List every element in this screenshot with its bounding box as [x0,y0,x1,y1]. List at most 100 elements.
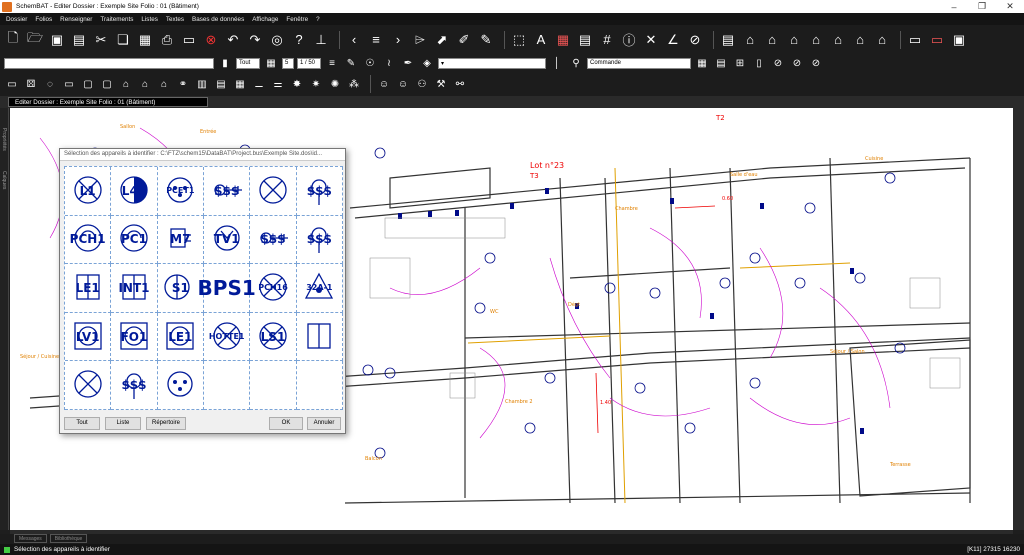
pin-icon[interactable]: ⊥ [312,31,330,49]
symbol-panel-icon[interactable]: ▥ [194,76,210,92]
symbol-cell[interactable]: LE1 [157,312,204,362]
cursor-bar-icon[interactable]: │ [549,55,565,71]
symbol-cell[interactable]: LS1 [250,312,297,362]
symbol-bus-icon[interactable]: ⚊ [251,76,267,92]
symbol-dice-icon[interactable]: ⚄ [23,76,39,92]
select-icon[interactable]: ⬈ [433,31,451,49]
symbol-lamp-icon[interactable]: ✸ [289,76,305,92]
symbol-cell[interactable]: HOTTE1 [203,312,251,362]
layers-icon[interactable]: ▤ [576,31,594,49]
symbol-cell[interactable]: PCET1 [157,167,204,216]
symbol-cell[interactable]: BPS1 [198,264,256,313]
menu-traitements[interactable]: Traitements [100,16,133,23]
symbol-cell[interactable]: FO1 [111,312,158,362]
menu-bases[interactable]: Bases de données [192,16,244,23]
symbol-house-icon[interactable]: ⌂ [118,76,134,92]
symbol-cell[interactable]: $$$ [296,215,343,265]
symbol-cell[interactable] [250,361,297,410]
symbol-house3-icon[interactable]: ⌂ [156,76,172,92]
text-icon[interactable]: A [532,31,550,49]
face2-icon[interactable]: ☺ [395,76,411,92]
symbol-lamp2-icon[interactable]: ✷ [308,76,324,92]
calendar-icon[interactable]: ▦ [554,31,572,49]
menu-dossier[interactable]: Dossier [6,16,27,23]
library-tab[interactable]: Bibliothèque [49,534,88,543]
help-icon[interactable]: ? [290,31,308,49]
hide-view-icon[interactable]: ⊘ [789,55,805,71]
symbol-cell[interactable] [157,361,204,410]
zoom-icon[interactable]: ◎ [268,31,286,49]
pencil-icon[interactable]: ✎ [477,31,495,49]
symbol-panel3-icon[interactable]: ▦ [232,76,248,92]
menu-textes[interactable]: Textes [166,16,184,23]
tag-7-icon[interactable]: ⌂ [873,31,891,49]
print-preview-icon[interactable]: ▭ [180,31,198,49]
frame-check-icon[interactable]: ▣ [950,31,968,49]
view-icon[interactable]: ⊘ [770,55,786,71]
symbol-cell[interactable]: TV1 [203,215,251,265]
previous-icon[interactable]: ‹ [345,31,363,49]
menu-renseigner[interactable]: Renseigner [60,16,92,23]
line-weight-icon[interactable]: ≡ [324,55,340,71]
frame-red-icon[interactable]: ▭ [928,31,946,49]
tag-3-icon[interactable]: ⌂ [785,31,803,49]
symbol-cell[interactable]: LE1 [65,264,112,313]
symbol-spot-icon[interactable]: ⁂ [346,76,362,92]
paste-icon[interactable]: ▦ [136,31,154,49]
symbol-cell[interactable]: M7 [157,215,204,265]
block-select[interactable]: ▾ [438,57,546,69]
bulb-icon[interactable]: ☉ [362,55,378,71]
symbol-panel2-icon[interactable]: ▤ [213,76,229,92]
shape-icon[interactable]: ⬚ [510,31,528,49]
hide-view-2-icon[interactable]: ⊘ [808,55,824,71]
symbol-cell[interactable]: LV1 [65,312,112,362]
symbol-cell[interactable]: PCH1 [65,215,112,265]
page-number-input[interactable]: 5 [282,57,294,69]
window-icon[interactable]: ⊞ [732,55,748,71]
cut-icon[interactable]: ✂ [92,31,110,49]
symbol-spark-icon[interactable]: ✺ [327,76,343,92]
menu-affichage[interactable]: Affichage [252,16,278,23]
symbol-cell[interactable]: $$$ [250,215,297,265]
symbol-bus2-icon[interactable]: ⚌ [270,76,286,92]
symbol-cell[interactable] [296,361,343,410]
print-icon[interactable]: ⎙ [158,31,176,49]
list-icon[interactable]: ≡ [367,31,385,49]
symbol-ext-icon[interactable]: ▭ [61,76,77,92]
document-tab[interactable]: Editer Dossier : Exemple Site Folio : 01… [8,97,208,107]
face-icon[interactable]: ☺ [376,76,392,92]
symbol-cell[interactable]: $$$ [296,167,343,216]
pen-icon[interactable]: ✒ [400,55,416,71]
page-range-input[interactable]: 1 / 50 [297,57,321,69]
symbol-rect-icon[interactable]: ▭ [4,76,20,92]
symbol-cell[interactable]: PC1 [111,215,158,265]
cursor-icon[interactable]: ⌲ [411,31,429,49]
grid-hash-icon[interactable]: # [598,31,616,49]
tools-icon[interactable]: ⚒ [433,76,449,92]
network-icon[interactable]: ⚯ [452,76,468,92]
symbol-cell[interactable]: L1 [65,167,112,216]
tag-5-icon[interactable]: ⌂ [829,31,847,49]
symbol-cell[interactable]: INT1 [111,264,158,313]
cancel-red-icon[interactable]: ⊗ [202,31,220,49]
menu-listes[interactable]: Listes [141,16,157,23]
tag-2-icon[interactable]: ⌂ [763,31,781,49]
messages-tab[interactable]: Messages [14,534,47,543]
properties-tab[interactable]: Propriétés [1,128,7,151]
layers-tab[interactable]: Calques [1,171,7,189]
list-button[interactable]: Liste [105,417,141,430]
symbol-cell[interactable]: PCH16 [250,264,297,313]
copy-icon[interactable]: ❏ [114,31,132,49]
undo-icon[interactable]: ↶ [224,31,242,49]
door-icon[interactable]: ▯ [751,55,767,71]
doc-list-icon[interactable]: ▤ [719,31,737,49]
symbol-box2-icon[interactable]: ▢ [99,76,115,92]
measure-icon[interactable]: ✕ [642,31,660,49]
save-icon[interactable]: ▣ [48,31,66,49]
new-file-icon[interactable]: 🗋 [4,30,22,49]
menu-fenetre[interactable]: Fenêtre [286,16,308,23]
symbol-circle-icon[interactable]: ◌ [42,76,58,92]
save-as-icon[interactable]: ▤ [70,31,88,49]
tag-4-icon[interactable]: ⌂ [807,31,825,49]
snap-icon[interactable]: ⚲ [568,55,584,71]
